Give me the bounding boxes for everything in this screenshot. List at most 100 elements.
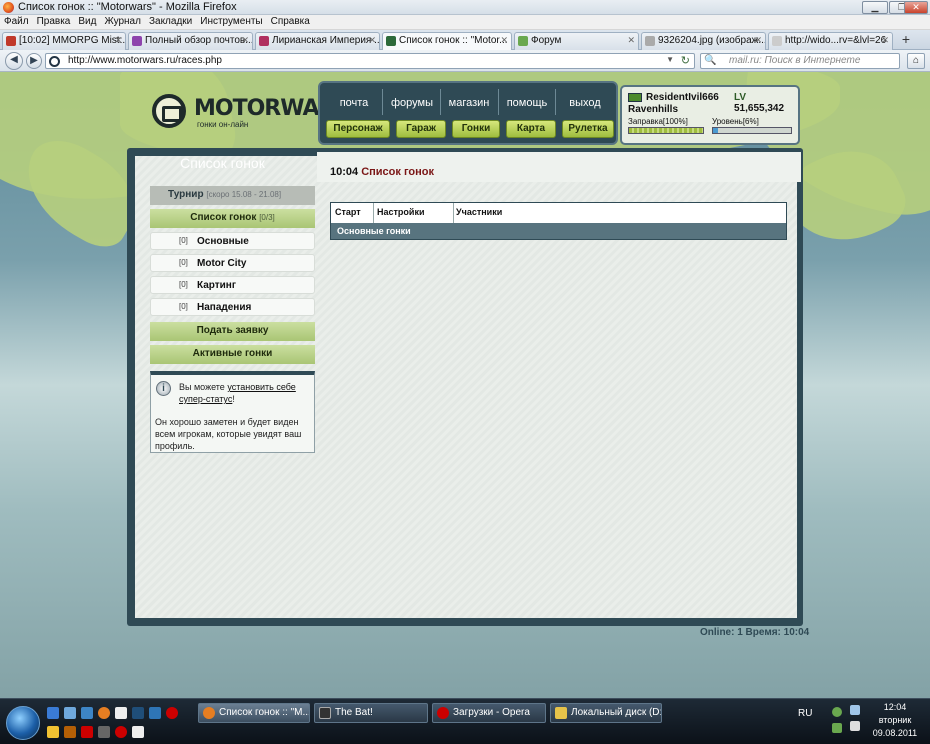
menu-bar: Файл Правка Вид Журнал Закладки Инструменты Сп… bbox=[0, 15, 930, 30]
app-icon[interactable] bbox=[132, 707, 144, 719]
tab-lirian-empire[interactable]: Лирианская Империя ... ✕ bbox=[255, 32, 380, 50]
url-text[interactable]: http://www.motorwars.ru/races.php bbox=[68, 55, 222, 66]
menu-file[interactable]: Файл bbox=[0, 15, 33, 28]
tab-favicon bbox=[645, 36, 655, 46]
map-button[interactable]: Карта bbox=[506, 120, 556, 138]
nav-link-mail[interactable]: почта bbox=[326, 97, 382, 109]
tournament-link[interactable]: Турнир [скоро 15.08 - 21.08] bbox=[150, 186, 315, 205]
active-races-button[interactable]: Активные гонки bbox=[150, 345, 315, 364]
task-the-bat[interactable]: The Bat! bbox=[314, 703, 428, 723]
search-placeholder[interactable]: mail.ru: Поиск в Интернете bbox=[729, 55, 860, 66]
close-tab-icon[interactable]: ✕ bbox=[881, 35, 889, 46]
app-icon[interactable] bbox=[149, 707, 161, 719]
nav-link-forums[interactable]: форумы bbox=[384, 97, 440, 109]
firefox-icon[interactable] bbox=[98, 707, 110, 719]
fuel-bar bbox=[628, 127, 704, 134]
forward-button[interactable]: ▶ bbox=[26, 53, 42, 69]
back-button[interactable]: ◀ bbox=[5, 52, 23, 70]
sidebar-title: Список гонок bbox=[180, 155, 265, 171]
home-button[interactable]: ⌂ bbox=[907, 53, 925, 69]
folder-icon[interactable] bbox=[47, 726, 59, 738]
category-karting[interactable]: [0] Картинг bbox=[150, 276, 315, 294]
tab-image[interactable]: 9326204.jpg (изображ... ✕ bbox=[641, 32, 766, 50]
new-tab-button[interactable]: + bbox=[896, 31, 916, 49]
apply-button[interactable]: Подать заявку bbox=[150, 322, 315, 341]
menu-view[interactable]: Вид bbox=[74, 15, 100, 28]
network-icon[interactable] bbox=[850, 705, 860, 715]
close-window-button[interactable]: ✕ bbox=[904, 1, 928, 14]
menu-bookmarks[interactable]: Закладки bbox=[145, 15, 196, 28]
tab-mail-review[interactable]: Полный обзор почтов... ✕ bbox=[128, 32, 253, 50]
nav-link-logout[interactable]: выход bbox=[557, 97, 613, 109]
search-box[interactable]: 🔍 mail.ru: Поиск в Интернете bbox=[700, 53, 900, 69]
close-tab-icon[interactable]: ✕ bbox=[241, 35, 249, 46]
tab-race-list[interactable]: Список гонок :: "Motor... ✕ bbox=[382, 32, 512, 51]
table-header: Старт Настройки Участники bbox=[331, 203, 786, 223]
show-desktop-icon[interactable] bbox=[47, 707, 59, 719]
tray-icon[interactable] bbox=[832, 723, 842, 733]
opera-icon[interactable] bbox=[115, 726, 127, 738]
task-local-disk[interactable]: Локальный диск (D:) bbox=[550, 703, 662, 723]
category-motor-city[interactable]: [0] Motor City bbox=[150, 254, 315, 272]
menu-help[interactable]: Справка bbox=[267, 15, 314, 28]
user-city: Ravenhills bbox=[628, 104, 679, 115]
app-icon[interactable] bbox=[98, 726, 110, 738]
menu-tools[interactable]: Инструменты bbox=[196, 15, 266, 28]
search-engine-icon[interactable]: 🔍 bbox=[704, 55, 716, 66]
app-icon[interactable] bbox=[64, 726, 76, 738]
category-main[interactable]: [0] Основные bbox=[150, 232, 315, 250]
task-opera-downloads[interactable]: Загрузки - Opera bbox=[432, 703, 546, 723]
address-bar[interactable]: http://www.motorwars.ru/races.php ▼ ↻ bbox=[45, 53, 695, 69]
tray-icon[interactable] bbox=[832, 707, 842, 717]
info-text: Вы можете установить себе супер-статус! bbox=[179, 382, 296, 404]
roulette-button[interactable]: Рулетка bbox=[562, 120, 614, 138]
online-status: Online: 1 Время: 10:04 bbox=[700, 627, 810, 638]
race-group-row: Основные гонки bbox=[331, 223, 786, 239]
site-tagline: гонки он-лайн bbox=[197, 120, 249, 129]
column-participants: Участники bbox=[456, 207, 503, 217]
close-tab-icon[interactable]: ✕ bbox=[368, 35, 376, 46]
web-page: MOTORWARS.RU гонки он-лайн почта форумы … bbox=[0, 72, 930, 698]
level-bar bbox=[712, 127, 792, 134]
nav-link-shop[interactable]: магазин bbox=[441, 97, 497, 109]
username-link[interactable]: ResidentIvil666 bbox=[646, 92, 719, 103]
app-icon[interactable] bbox=[81, 726, 93, 738]
column-divider bbox=[453, 203, 454, 223]
user-flag-icon bbox=[628, 93, 642, 102]
user-lv: LV 51,655,342 bbox=[734, 92, 785, 114]
tab-favicon bbox=[386, 36, 396, 46]
explorer-icon[interactable] bbox=[64, 707, 76, 719]
task-firefox[interactable]: Список гонок :: "M... bbox=[198, 703, 310, 723]
system-clock[interactable]: 12:04 вторник 09.08.2011 bbox=[862, 701, 928, 740]
site-favicon bbox=[49, 56, 60, 67]
minimize-button[interactable]: ▁ bbox=[862, 1, 888, 14]
ie-icon[interactable] bbox=[81, 707, 93, 719]
tab-widget[interactable]: http://wido...rv=&lvl=26 ✕ bbox=[768, 32, 893, 50]
close-tab-icon[interactable]: ✕ bbox=[114, 35, 122, 46]
motorwars-logo-icon[interactable] bbox=[152, 94, 186, 128]
language-indicator[interactable]: RU bbox=[798, 708, 812, 719]
reload-icon[interactable]: ↻ bbox=[681, 54, 690, 67]
content-title: 10:04 Список гонок bbox=[330, 166, 434, 178]
category-attacks[interactable]: [0] Нападения bbox=[150, 298, 315, 316]
close-tab-icon[interactable]: ✕ bbox=[754, 35, 762, 46]
navigation-bar: ◀ ▶ http://www.motorwars.ru/races.php ▼ … bbox=[0, 50, 930, 72]
close-tab-icon[interactable]: ✕ bbox=[627, 35, 635, 46]
app-icon[interactable] bbox=[132, 726, 144, 738]
races-button[interactable]: Гонки bbox=[452, 120, 500, 138]
close-tab-icon[interactable]: ✕ bbox=[500, 35, 508, 46]
app-icon[interactable] bbox=[115, 707, 127, 719]
start-button[interactable] bbox=[6, 706, 40, 740]
window-title-bar: Список гонок :: "Motorwars" - Mozilla Fi… bbox=[0, 0, 930, 15]
garage-button[interactable]: Гараж bbox=[396, 120, 446, 138]
dropdown-arrow-icon[interactable]: ▼ bbox=[666, 55, 674, 64]
race-list-link[interactable]: Список гонок [0/3] bbox=[150, 209, 315, 228]
menu-history[interactable]: Журнал bbox=[100, 15, 145, 28]
menu-edit[interactable]: Правка bbox=[33, 15, 75, 28]
opera-icon[interactable] bbox=[166, 707, 178, 719]
nav-link-help[interactable]: помощь bbox=[499, 97, 555, 109]
tab-forum[interactable]: Форум ✕ bbox=[514, 32, 639, 50]
volume-icon[interactable] bbox=[850, 721, 860, 731]
character-button[interactable]: Персонаж bbox=[326, 120, 390, 138]
tab-mmorpg[interactable]: [10:02] MMORPG Mist:... ✕ bbox=[2, 32, 126, 50]
